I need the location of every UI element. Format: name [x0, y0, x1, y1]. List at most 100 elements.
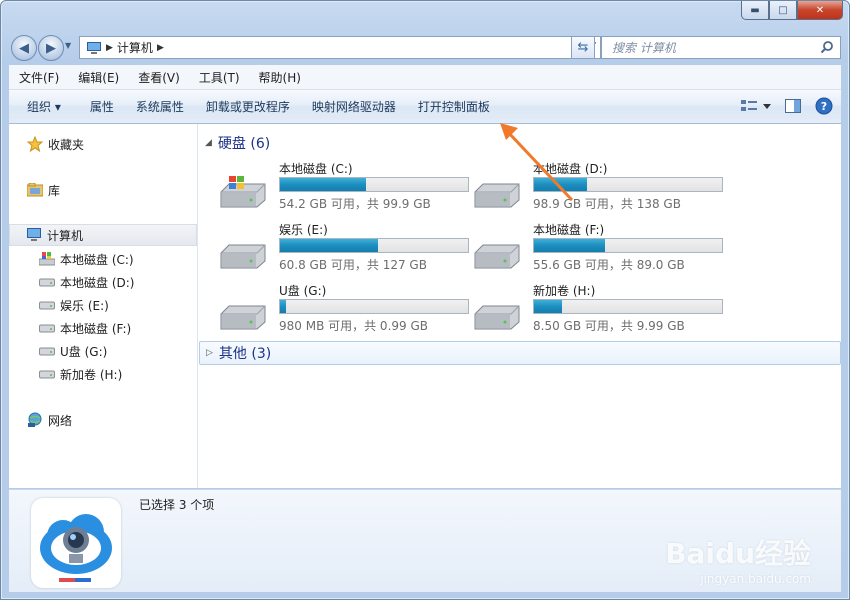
- nav-favorites[interactable]: 收藏夹: [27, 134, 84, 154]
- open-control-panel-button[interactable]: 打开控制面板: [407, 98, 501, 115]
- hard-drive-icon: [39, 274, 55, 290]
- watermark-brand: Baidu经验: [665, 537, 811, 570]
- nav-drive-label: 本地磁盘 (D:): [60, 275, 135, 290]
- map-network-drive-button[interactable]: 映射网络驱动器: [301, 98, 407, 115]
- minimize-button[interactable]: ▬: [741, 1, 769, 20]
- drive-free-space: 54.2 GB 可用，共 99.9 GB: [279, 197, 431, 211]
- nav-drive-d[interactable]: 本地磁盘 (D:): [39, 272, 134, 292]
- nav-libraries-label: 库: [48, 183, 61, 198]
- breadcrumb-separator-icon[interactable]: ▶: [157, 43, 164, 53]
- search-icon[interactable]: [820, 40, 834, 54]
- drive-usage-fill: [534, 178, 588, 191]
- address-row: ◀ ▶ ▼ ▶ 计算机 ▶ ▼ ⇆: [9, 33, 841, 61]
- nav-drive-f[interactable]: 本地磁盘 (F:): [39, 318, 131, 338]
- drive-usage-fill: [280, 300, 287, 313]
- explorer-window: ▬ □ ✕ ◀ ▶ ▼ ▶ 计算机 ▶ ▼ ⇆ 文件(F) 编辑(E) 查看(V…: [0, 0, 850, 600]
- cloud-camera-icon: [40, 514, 112, 582]
- drive-tile[interactable]: U盘 (G:) 980 MB 可用，共 0.99 GB: [219, 282, 473, 338]
- back-button[interactable]: ◀: [11, 35, 37, 61]
- view-options-icon[interactable]: [741, 99, 771, 113]
- system-properties-button[interactable]: 系统属性: [125, 98, 195, 115]
- nav-drive-label: 新加卷 (H:): [60, 367, 123, 382]
- drive-usage-fill: [534, 239, 605, 252]
- nav-drive-label: 本地磁盘 (C:): [60, 252, 134, 267]
- help-icon[interactable]: ?: [815, 97, 833, 115]
- breadcrumb-separator-icon[interactable]: ▶: [106, 43, 113, 53]
- caption-buttons: ▬ □ ✕: [741, 1, 843, 20]
- menu-help[interactable]: 帮助(H): [250, 69, 310, 86]
- drive-tile[interactable]: 本地磁盘 (D:) 98.9 GB 可用，共 138 GB: [473, 160, 727, 216]
- hard-drive-icon: [39, 297, 55, 313]
- selection-thumbnail: [31, 498, 121, 588]
- drive-free-space: 980 MB 可用，共 0.99 GB: [279, 319, 428, 333]
- nav-computer-label: 计算机: [47, 228, 84, 243]
- drive-tile[interactable]: 本地磁盘 (C:) 54.2 GB 可用，共 99.9 GB: [219, 160, 473, 216]
- group-hard-disks[interactable]: ◢ 硬盘 (6): [205, 132, 270, 154]
- group-other[interactable]: ▷ 其他 (3): [199, 341, 841, 365]
- preview-pane-icon[interactable]: [785, 99, 801, 113]
- breadcrumb-computer[interactable]: 计算机: [117, 39, 153, 56]
- nav-favorites-label: 收藏夹: [48, 137, 85, 152]
- drive-usage-bar: [279, 238, 469, 253]
- drive-usage-bar: [533, 238, 723, 253]
- menu-bar: 文件(F) 编辑(E) 查看(V) 工具(T) 帮助(H): [9, 65, 841, 90]
- nav-network-label: 网络: [48, 413, 73, 428]
- history-dropdown-icon[interactable]: ▼: [65, 41, 75, 51]
- nav-network[interactable]: 网络: [27, 410, 72, 430]
- nav-computer[interactable]: 计算机: [9, 224, 197, 246]
- properties-button[interactable]: 属性: [72, 98, 125, 115]
- hard-drive-icon: [474, 183, 520, 208]
- drive-name: 本地磁盘 (C:): [279, 162, 353, 176]
- drive-free-space: 98.9 GB 可用，共 138 GB: [533, 197, 681, 211]
- drive-name: 新加卷 (H:): [533, 284, 596, 298]
- drive-usage-bar: [533, 177, 723, 192]
- nav-drive-g[interactable]: U盘 (G:): [39, 341, 107, 361]
- usb-drive-icon: [39, 343, 55, 359]
- group-other-label: 其他 (3): [218, 346, 272, 362]
- star-icon: [27, 136, 43, 152]
- address-bar[interactable]: ▶ 计算机 ▶ ▼: [79, 36, 601, 59]
- hard-drive-icon: [474, 305, 520, 330]
- back-arrow-icon: ◀: [19, 40, 29, 56]
- nav-drive-e[interactable]: 娱乐 (E:): [39, 295, 109, 315]
- uninstall-program-button[interactable]: 卸载或更改程序: [195, 98, 301, 115]
- search-input[interactable]: [610, 39, 814, 56]
- watermark: Baidu经验 jingyan.baidu.com: [665, 532, 811, 586]
- drive-name: U盘 (G:): [279, 284, 327, 298]
- close-button[interactable]: ✕: [797, 1, 843, 20]
- main-pane: ◢ 硬盘 (6) 本地磁盘 (C:) 54.2 GB 可用，共 99.9 GB 本地…: [199, 124, 841, 488]
- forward-arrow-icon: ▶: [46, 40, 56, 56]
- menu-view[interactable]: 查看(V): [129, 69, 189, 86]
- hard-drive-icon: [474, 244, 520, 269]
- library-icon: [27, 182, 43, 198]
- nav-drive-label: 娱乐 (E:): [60, 298, 109, 313]
- drive-tile[interactable]: 本地磁盘 (F:) 55.6 GB 可用，共 89.0 GB: [473, 221, 727, 277]
- details-pane: 已选择 3 个项 Baidu经验 jingyan.baidu.com: [9, 489, 841, 592]
- forward-button[interactable]: ▶: [38, 35, 64, 61]
- maximize-button[interactable]: □: [769, 1, 797, 20]
- search-box[interactable]: [601, 36, 841, 59]
- expand-triangle-icon[interactable]: ▷: [206, 348, 213, 358]
- hard-drive-icon: [39, 320, 55, 336]
- hard-drive-icon: [220, 305, 266, 330]
- drive-usage-fill: [280, 239, 378, 252]
- drive-name: 本地磁盘 (F:): [533, 223, 605, 237]
- drive-name: 本地磁盘 (D:): [533, 162, 608, 176]
- menu-tools[interactable]: 工具(T): [190, 69, 249, 86]
- drive-tile[interactable]: 娱乐 (E:) 60.8 GB 可用，共 127 GB: [219, 221, 473, 277]
- network-icon: [27, 412, 43, 428]
- nav-libraries[interactable]: 库: [27, 180, 60, 200]
- drive-tile[interactable]: 新加卷 (H:) 8.50 GB 可用，共 9.99 GB: [473, 282, 727, 338]
- collapse-triangle-icon[interactable]: ◢: [205, 138, 212, 148]
- hard-drive-icon: [39, 366, 55, 382]
- drive-usage-bar: [533, 299, 723, 314]
- command-bar: 组织 ▾ 属性 系统属性 卸载或更改程序 映射网络驱动器 打开控制面板 ?: [9, 90, 841, 124]
- drive-usage-bar: [279, 299, 469, 314]
- nav-drive-label: 本地磁盘 (F:): [60, 321, 132, 336]
- organize-button[interactable]: 组织 ▾: [9, 98, 72, 115]
- nav-drive-h[interactable]: 新加卷 (H:): [39, 364, 122, 384]
- nav-drive-c[interactable]: 本地磁盘 (C:): [39, 249, 134, 269]
- refresh-button[interactable]: ⇆: [571, 36, 595, 59]
- menu-edit[interactable]: 编辑(E): [69, 69, 128, 86]
- menu-file[interactable]: 文件(F): [10, 69, 68, 86]
